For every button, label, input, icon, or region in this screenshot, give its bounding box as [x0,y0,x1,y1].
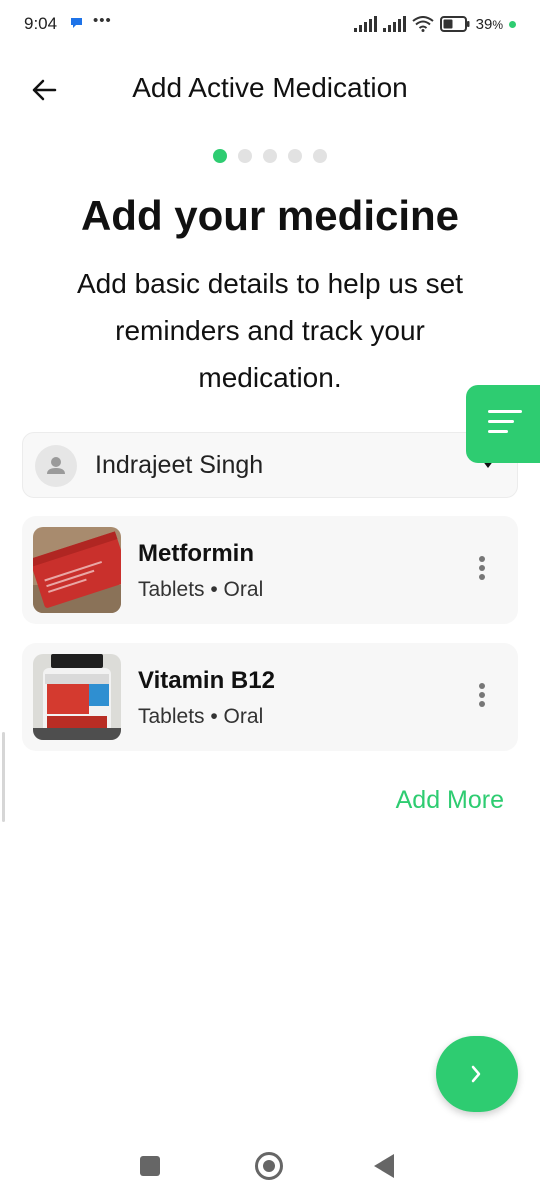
battery-icon [439,16,470,32]
signal-1-icon [353,16,377,32]
step-dot-4 [288,149,302,163]
medication-card-vitamin-b12[interactable]: Vitamin B12 Tablets • Oral [22,643,518,751]
signal-2-icon [382,16,406,32]
add-more-link[interactable]: Add More [396,786,504,815]
page-subtitle: Add basic details to help us set reminde… [76,268,463,393]
patient-name: Indrajeet Singh [95,451,264,479]
back-triangle-icon[interactable] [374,1154,394,1178]
step-indicator [0,149,540,163]
chevron-right-icon [471,1065,481,1083]
header-title: Add Active Medication [132,72,408,103]
step-dot-1 [213,149,227,163]
more-vertical-icon[interactable] [476,683,488,713]
person-icon [47,457,65,474]
page-heading: Add your medicine [80,192,460,239]
medication-image-vitamin-b12 [33,654,121,740]
battery-percent: 39% [475,15,503,33]
more-notifications-icon: ••• [93,12,112,29]
privacy-indicator-dot [509,20,516,28]
avatar [35,445,77,487]
filter-button[interactable] [466,385,540,463]
patient-select[interactable]: Indrajeet Singh [22,432,518,498]
medication-card-metformin[interactable]: Metformin Tablets • Oral [22,516,518,624]
medication-meta: Tablets • Oral [138,578,264,601]
medication-image-metformin [33,527,121,613]
medication-name: Vitamin B12 [138,667,275,694]
medication-meta: Tablets • Oral [138,705,264,728]
system-nav-bar [0,1130,540,1200]
recents-icon[interactable] [140,1156,160,1176]
chat-notification-icon [71,18,82,28]
next-button[interactable] [436,1036,518,1112]
step-dot-2 [238,149,252,163]
status-time: 9:04 [24,14,58,33]
step-dot-5 [313,149,327,163]
status-indicators: 39% [353,14,516,34]
wifi-icon [412,16,434,32]
more-vertical-icon[interactable] [476,556,488,586]
step-dot-3 [263,149,277,163]
medication-name: Metformin [138,540,254,567]
status-bar: 9:04 ••• 39% [0,0,540,50]
scroll-indicator [2,732,5,822]
home-icon[interactable] [255,1152,283,1180]
